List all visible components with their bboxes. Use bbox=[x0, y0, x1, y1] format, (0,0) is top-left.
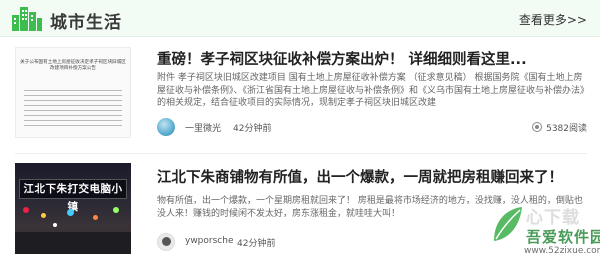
author-avatar[interactable] bbox=[157, 118, 175, 136]
city-buildings-icon bbox=[12, 7, 42, 31]
article-title[interactable]: 重磅！孝子祠区块征收补偿方案出炉！ 详细细则看这里... bbox=[157, 48, 527, 69]
view-more-link[interactable]: 查看更多>> bbox=[519, 11, 587, 28]
publish-time: 42分钟前 bbox=[233, 124, 272, 134]
watermark-deco-text: 心下载 bbox=[526, 208, 580, 228]
section-title: 城市生活 bbox=[50, 13, 122, 33]
view-count: 5382阅读 bbox=[532, 121, 587, 134]
section-header: 城市生活 查看更多>> bbox=[0, 0, 600, 37]
leaf-logo-icon bbox=[494, 207, 522, 241]
thumbnail-document-text: 关于公布国有土地上房屋征收决定孝子祠区块旧城区改建项目补偿方案公告 bbox=[20, 60, 126, 71]
author-name[interactable]: 一里微光 bbox=[185, 121, 221, 134]
article-meta: ywporsche 42分钟前 bbox=[157, 233, 457, 251]
article-item[interactable]: 关于公布国有土地上房屋征收决定孝子祠区块旧城区改建项目补偿方案公告 重磅！孝子祠… bbox=[0, 45, 600, 152]
view-count-label: 5382阅读 bbox=[546, 124, 587, 134]
article-meta: 一里微光 42分钟前 5382阅读 bbox=[157, 118, 587, 136]
thumbnail-sign-text: 江北下朱打交电脑小镇 bbox=[19, 179, 127, 213]
watermark-name: 吾爱软件园 bbox=[526, 228, 600, 246]
thumbnail-document-lines bbox=[24, 90, 122, 130]
article-title[interactable]: 江北下朱商铺物有所值，出一个爆款，一周就把房租赚回来了！ bbox=[157, 166, 563, 187]
eye-icon bbox=[532, 122, 543, 132]
publish-time: 42分钟前 bbox=[237, 239, 276, 249]
article-thumbnail[interactable]: 关于公布国有土地上房屋征收决定孝子祠区块旧城区改建项目补偿方案公告 bbox=[15, 47, 131, 138]
site-watermark: 心下载 吾爱软件园 www.52zixue.com bbox=[488, 201, 600, 261]
author-avatar[interactable] bbox=[157, 233, 175, 251]
watermark-url: www.52zixue.com bbox=[524, 246, 600, 256]
article-thumbnail[interactable]: 江北下朱打交电脑小镇 bbox=[15, 163, 131, 254]
divider bbox=[15, 153, 587, 154]
author-name[interactable]: ywporsche bbox=[185, 236, 234, 246]
article-description: 附件 孝子祠区块旧城区改建项目 国有土地上房屋征收补偿方案 （征求意见稿） 根据… bbox=[157, 73, 590, 108]
